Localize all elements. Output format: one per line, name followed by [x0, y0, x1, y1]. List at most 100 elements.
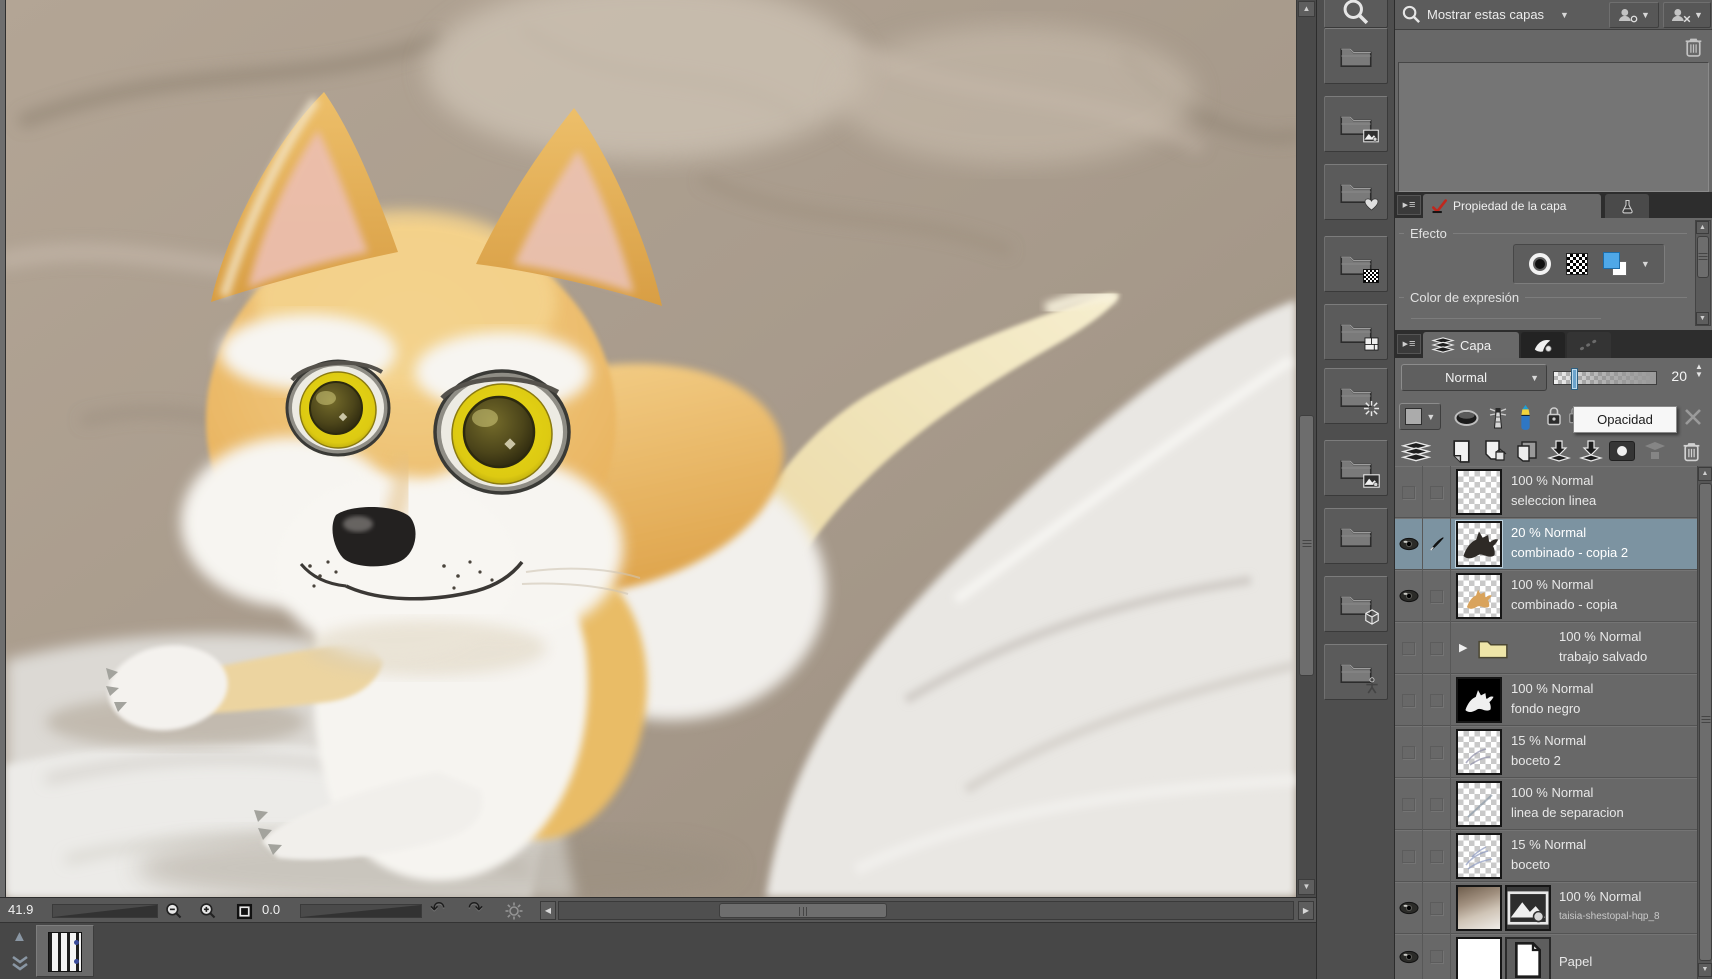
visibility-cell[interactable] — [1395, 882, 1423, 934]
visibility-checkbox[interactable] — [1402, 745, 1415, 759]
edit-target-cell[interactable] — [1423, 518, 1451, 570]
layer-color-icon[interactable] — [1602, 252, 1627, 276]
layer-name[interactable]: fondo negro — [1511, 699, 1693, 719]
layer-thumbnail[interactable] — [1456, 469, 1502, 515]
layer-row-seleccion-linea[interactable]: 100 % Normal seleccion linea — [1395, 466, 1697, 518]
material-folder-3d-button[interactable] — [1324, 576, 1388, 632]
edit-target-cell[interactable] — [1423, 622, 1451, 674]
layer-thumbnail[interactable] — [1456, 885, 1502, 931]
visibility-checkbox[interactable] — [1402, 485, 1415, 499]
visibility-cell[interactable] — [1395, 726, 1423, 778]
layer-row-papel[interactable]: Papel — [1395, 934, 1697, 979]
edit-target-cell[interactable] — [1423, 934, 1451, 979]
edit-checkbox[interactable] — [1430, 901, 1443, 915]
edit-checkbox[interactable] — [1430, 485, 1443, 499]
material-folder-effects-button[interactable] — [1324, 368, 1388, 424]
tab-adjust[interactable] — [1605, 194, 1649, 218]
vertical-scroll-thumb[interactable] — [1299, 415, 1314, 676]
image-material-icon[interactable] — [1505, 885, 1551, 931]
edit-checkbox[interactable] — [1430, 589, 1443, 603]
layer-row-boceto[interactable]: 15 % Normal boceto — [1395, 830, 1697, 882]
edit-target-cell[interactable] — [1423, 882, 1451, 934]
scroll-up-button[interactable]: ▲ — [1298, 1, 1315, 17]
visibility-cell[interactable] — [1395, 518, 1423, 570]
edit-checkbox[interactable] — [1430, 950, 1443, 963]
reset-view-button[interactable] — [504, 901, 524, 921]
edit-target-cell[interactable] — [1423, 726, 1451, 778]
scroll-down-button[interactable]: ▼ — [1696, 312, 1709, 325]
layer-folder-icon[interactable] — [1477, 635, 1509, 661]
layer-row-boceto-2[interactable]: 15 % Normal boceto 2 — [1395, 726, 1697, 778]
new-raster-layer-button[interactable] — [1451, 439, 1472, 464]
visibility-cell[interactable] — [1395, 466, 1423, 518]
layer-name[interactable]: boceto 2 — [1511, 751, 1693, 771]
opacity-spinner[interactable]: ▲ ▼ — [1692, 363, 1706, 379]
paper-layer-icon[interactable] — [1505, 937, 1551, 979]
visibility-cell[interactable] — [1395, 830, 1423, 882]
rotate-right-button[interactable]: ↷ — [468, 898, 483, 919]
visibility-checkbox[interactable] — [1402, 797, 1415, 811]
tone-effect-icon[interactable] — [1566, 253, 1589, 275]
opacity-slider[interactable] — [1553, 368, 1657, 390]
panel-menu-button[interactable]: ▶ ≡ — [1397, 195, 1421, 215]
border-effect-icon[interactable] — [1528, 252, 1552, 276]
scroll-thumb[interactable] — [1699, 483, 1712, 961]
material-folder-open-button[interactable] — [1324, 508, 1388, 564]
layer-name[interactable]: trabajo salvado — [1559, 647, 1693, 667]
blend-mode-select[interactable]: Normal ▼ — [1401, 364, 1547, 391]
dock-scroll-up-button[interactable]: ▲ — [12, 929, 27, 944]
deselect-layers-button[interactable]: ▼ — [1663, 2, 1711, 28]
layer-row-photo[interactable]: 100 % Normal taisia-shestopal-hqp_8 — [1395, 882, 1697, 934]
show-layers-filter[interactable]: Mostrar estas capas — [1427, 7, 1544, 22]
spinner-down-icon[interactable]: ▼ — [1695, 371, 1703, 379]
tab-brush-wash[interactable] — [1521, 332, 1565, 358]
eye-icon[interactable] — [1399, 950, 1419, 964]
edit-target-cell[interactable] — [1423, 674, 1451, 726]
merge-down-button[interactable] — [1547, 439, 1571, 463]
tab-layers[interactable]: Capa — [1423, 332, 1519, 358]
edit-checkbox[interactable] — [1430, 797, 1443, 811]
new-folder-button[interactable] — [1515, 439, 1539, 463]
lock-layer-icon[interactable] — [1545, 405, 1563, 428]
property-scrollbar[interactable]: ▲ ▼ — [1695, 220, 1711, 326]
eye-icon[interactable] — [1399, 589, 1419, 603]
panel-menu-button[interactable]: ▶ ≡ — [1397, 334, 1421, 354]
canvas-vertical-scrollbar[interactable]: ▲ ▼ — [1296, 0, 1316, 897]
search-materials-button[interactable] — [1324, 0, 1388, 28]
layer-thumbnail[interactable] — [1456, 573, 1502, 619]
edit-checkbox[interactable] — [1430, 745, 1443, 759]
layer-name[interactable]: seleccion linea — [1511, 491, 1693, 511]
rotate-left-button[interactable]: ↶ — [430, 898, 445, 919]
apply-mask-button[interactable] — [1643, 440, 1667, 462]
visibility-cell[interactable] — [1395, 778, 1423, 830]
delete-layer-button[interactable] — [1681, 439, 1702, 463]
layer-row-trabajo-salvado[interactable]: ▶ 100 % Normal trabajo salvado — [1395, 622, 1697, 674]
material-folder-patterns-button[interactable] — [1324, 236, 1388, 292]
layer-thumbnail[interactable] — [1456, 729, 1502, 775]
layer-name[interactable]: combinado - copia 2 — [1511, 543, 1693, 563]
layer-list-scrollbar[interactable]: ▲ ▼ — [1697, 466, 1712, 979]
visibility-checkbox[interactable] — [1402, 693, 1415, 707]
scroll-up-button[interactable]: ▲ — [1698, 467, 1712, 481]
fit-to-screen-button[interactable] — [234, 901, 254, 921]
enable-mask-icon[interactable] — [1453, 409, 1480, 427]
transfer-down-button[interactable] — [1579, 439, 1603, 463]
scroll-right-button[interactable]: ▶ — [1298, 901, 1314, 920]
select-shown-layers-button[interactable]: ▼ — [1609, 2, 1659, 28]
edit-target-cell[interactable] — [1423, 778, 1451, 830]
layer-row-combinado-copia[interactable]: 100 % Normal combinado - copia — [1395, 570, 1697, 622]
edit-target-cell[interactable] — [1423, 830, 1451, 882]
delete-icon[interactable] — [1683, 35, 1704, 58]
material-thumbnail[interactable] — [36, 925, 94, 977]
visibility-cell[interactable] — [1395, 674, 1423, 726]
layer-thumbnail[interactable] — [1456, 677, 1502, 723]
new-layer-by-type-button[interactable] — [1483, 439, 1507, 463]
edit-checkbox[interactable] — [1430, 849, 1443, 863]
scroll-left-button[interactable]: ◀ — [540, 901, 556, 920]
rotation-slider[interactable] — [300, 904, 422, 918]
material-folder-images-button[interactable] — [1324, 96, 1388, 152]
edit-target-cell[interactable] — [1423, 466, 1451, 518]
chevron-down-icon[interactable]: ▼ — [1641, 259, 1650, 269]
layer-thumbnail[interactable] — [1456, 937, 1502, 979]
layer-name[interactable]: boceto — [1511, 855, 1693, 875]
